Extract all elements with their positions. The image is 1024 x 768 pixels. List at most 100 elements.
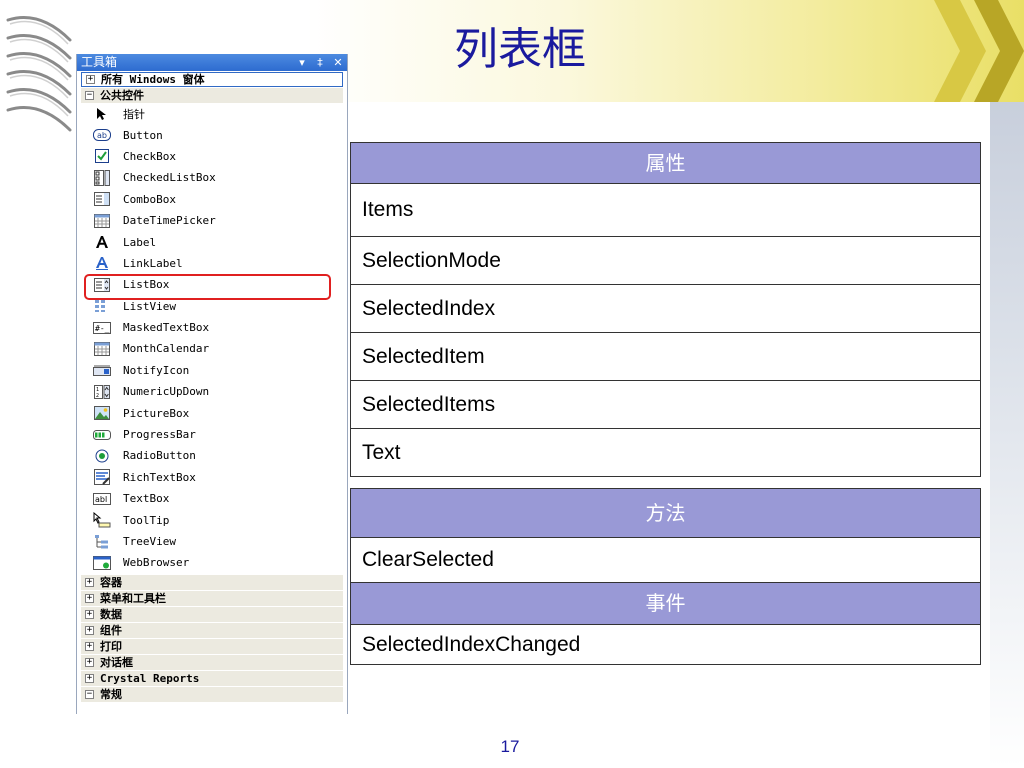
toolbox-item-monthcalendar[interactable]: MonthCalendar [77,338,347,359]
toolbox-dropdown-icon[interactable]: ▾ [293,54,311,71]
toolbox-item-numericupdown[interactable]: 12 NumericUpDown [77,381,347,402]
slide-title: 列表框 [454,24,586,75]
category-data[interactable]: + 数据 [81,606,343,622]
toolbox-item-label: ProgressBar [123,428,196,442]
tooltip-icon [93,512,111,528]
toolbox-item-datetimepicker[interactable]: DateTimePicker [77,210,347,231]
expand-plus-icon[interactable]: + [85,657,94,667]
toolbox-item-linklabel[interactable]: LinkLabel [77,253,347,274]
toolbox-item-label: CheckedListBox [123,171,216,185]
toolbox-item-tooltip[interactable]: ToolTip [77,509,347,530]
expand-plus-icon[interactable]: + [86,75,95,84]
expand-plus-icon[interactable]: + [85,641,94,651]
picturebox-icon [93,405,111,421]
toolbox-item-label: NotifyIcon [123,363,190,377]
category-label: 容器 [100,575,122,589]
category-label: 公共控件 [100,89,144,102]
toolbox-item-pointer[interactable]: 指针 [77,103,347,124]
properties-header: 属性 [350,142,981,184]
expand-plus-icon[interactable]: + [85,609,94,619]
toolbox-item-richtextbox[interactable]: RichTextBox [77,467,347,488]
collapse-minus-icon[interactable]: − [85,689,94,699]
toolbox-item-label: MaskedTextBox [123,321,210,335]
toolbox-item-treeview[interactable]: TreeView [77,531,347,552]
category-components[interactable]: + 组件 [81,622,343,638]
property-row-selectionmode: SelectionMode [350,237,981,285]
category-label: 所有 Windows 窗体 [101,73,205,86]
svg-text:abl: abl [95,495,107,504]
label-icon [93,234,111,250]
datetimepicker-icon [93,213,111,229]
expand-plus-icon[interactable]: + [85,625,94,635]
toolbox-item-label: 指针 [123,107,145,121]
method-row-clearselected: ClearSelected [350,538,981,583]
toolbox-item-webbrowser[interactable]: WebBrowser [77,552,347,573]
checkedlistbox-icon [93,169,111,186]
property-row-selectedindex: SelectedIndex [350,285,981,333]
toolbox-item-listbox[interactable]: ListBox [77,274,347,301]
expand-plus-icon[interactable]: + [85,577,94,587]
toolbox-item-checkbox[interactable]: CheckBox [77,146,347,167]
toolbox-item-list: 指针 ab Button CheckBox CheckedListBox Com… [77,103,347,574]
toolbox-item-notifyicon[interactable]: NotifyIcon [77,360,347,381]
toolbox-item-progressbar[interactable]: ProgressBar [77,424,347,445]
toolbox-title: 工具箱 [81,55,118,69]
toolbox-item-label[interactable]: Label [77,231,347,252]
webbrowser-icon [93,555,111,571]
category-dialogs[interactable]: + 对话框 [81,654,343,670]
expand-plus-icon[interactable]: + [85,673,94,683]
treeview-icon [93,534,111,550]
toolbox-item-combobox[interactable]: ComboBox [77,189,347,210]
category-label: 组件 [100,623,122,637]
category-general[interactable]: − 常规 [81,686,343,702]
radiobutton-icon [93,448,111,464]
category-menus-toolbars[interactable]: + 菜单和工具栏 [81,590,343,606]
category-containers[interactable]: + 容器 [81,574,343,590]
property-row-selecteditems: SelectedItems [350,381,981,429]
svg-text:ab: ab [97,131,107,140]
toolbox-item-textbox[interactable]: abl TextBox [77,488,347,509]
notifyicon-icon [93,362,111,378]
toolbox-item-label: WebBrowser [123,556,190,570]
monthcalendar-icon [93,341,111,357]
property-row-items: Items [350,184,981,237]
toolbox-item-button[interactable]: ab Button [77,124,347,145]
toolbox-item-label: RichTextBox [123,470,196,484]
chevron-decoration-icon [934,0,1024,102]
event-row-selectedindexchanged: SelectedIndexChanged [350,625,981,665]
linklabel-icon [93,255,111,271]
toolbox-item-picturebox[interactable]: PictureBox [77,402,347,423]
methods-header: 方法 [350,488,981,538]
category-printing[interactable]: + 打印 [81,638,343,654]
toolbox-item-maskedtextbox[interactable]: #-_ MaskedTextBox [77,317,347,338]
page-number: 17 [500,737,520,756]
toolbox-item-label: Button [123,128,163,142]
toolbox-titlebar: 工具箱 ▾ ‡ ✕ [77,54,347,71]
category-all-windows-forms[interactable]: + 所有 Windows 窗体 [81,72,343,87]
toolbox-close-icon[interactable]: ✕ [329,54,347,71]
toolbox-item-label: DateTimePicker [123,214,216,228]
toolbox-item-label: NumericUpDown [123,385,210,399]
category-common-controls[interactable]: − 公共控件 [81,88,343,103]
slide-side-strip [990,102,1024,768]
toolbox-item-listview[interactable]: ListView [77,296,347,317]
svg-text:2: 2 [96,393,99,399]
toolbox-item-label: Label [123,235,157,249]
progressbar-icon [93,427,111,443]
toolbox-item-label: RadioButton [123,449,196,463]
button-icon: ab [93,127,111,143]
toolbox-pin-icon[interactable]: ‡ [311,54,329,71]
category-label: 数据 [100,607,122,621]
toolbox-panel: 工具箱 ▾ ‡ ✕ + 所有 Windows 窗体 − 公共控件 指针 ab B… [76,54,348,714]
category-label: 常规 [100,687,122,701]
category-label: 菜单和工具栏 [100,591,166,605]
richtextbox-icon [93,469,111,486]
toolbox-item-radiobutton[interactable]: RadioButton [77,445,347,466]
category-crystal-reports[interactable]: + Crystal Reports [81,670,343,686]
combobox-icon [93,191,111,207]
collapse-minus-icon[interactable]: − [85,91,94,100]
property-row-text: Text [350,429,981,477]
expand-plus-icon[interactable]: + [85,593,94,603]
maskedtextbox-icon: #-_ [93,320,111,336]
toolbox-item-checkedlistbox[interactable]: CheckedListBox [77,167,347,188]
